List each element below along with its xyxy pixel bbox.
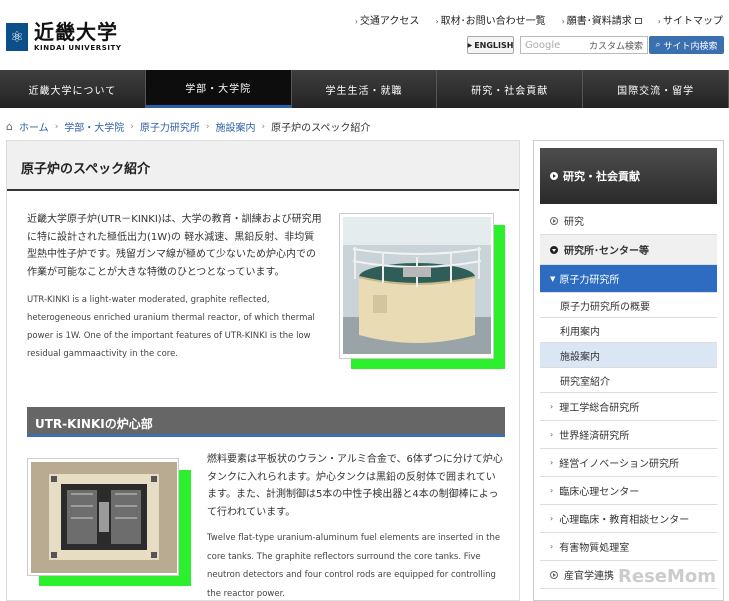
sidebar-item-science-engineering[interactable]: › 理工学総合研究所 xyxy=(540,393,717,421)
breadcrumb-faculties[interactable]: 学部・大学院 xyxy=(64,119,124,134)
separator-icon: › xyxy=(54,121,59,132)
separator-icon: › xyxy=(261,121,266,132)
sidebar-item-management-innovation[interactable]: › 経営イノベーション研究所 xyxy=(540,449,717,477)
circle-arrow-icon xyxy=(550,216,558,225)
sidebar-item-usage[interactable]: 利用案内 xyxy=(540,318,717,343)
main-content: 原子炉のスペック紹介 近畿大学原子炉(UTR－KINKI)は、大学の教育・訓練お… xyxy=(6,140,520,601)
new-window-icon xyxy=(634,18,642,24)
sidebar-list: 研究 研究所･センター等 ▼ 原子力研究所 原子力研究所の概要 利用案内 施設案内… xyxy=(540,207,717,589)
core-illustration xyxy=(31,462,177,573)
sidebar-item-nuclear[interactable]: ▼ 原子力研究所 xyxy=(540,265,717,293)
breadcrumb-home[interactable]: ホーム xyxy=(19,119,49,134)
intro-text-en: UTR-KINKI is a light-water moderated, gr… xyxy=(27,295,315,359)
top-links: › 交通アクセス › 取材･お問い合わせ一覧 › 願書･資料請求 › サイトマップ xyxy=(355,12,723,27)
separator-icon: › xyxy=(130,121,134,132)
caret-down-icon: ▼ xyxy=(550,274,556,283)
nav-faculties[interactable]: 学部・大学院 xyxy=(145,70,292,108)
reactor-photo xyxy=(339,213,505,369)
site-search-button[interactable]: ⌕ サイト内検索 xyxy=(649,36,724,54)
sidebar-item-facilities[interactable]: 施設案内 xyxy=(540,343,717,368)
nav-international[interactable]: 国際交流・留学 xyxy=(583,70,729,108)
arrow-icon: › xyxy=(435,17,439,26)
photo-frame xyxy=(27,458,179,576)
sidebar-item-counseling[interactable]: › 心理臨床・教育相談センター xyxy=(540,505,717,533)
page-title: 原子炉のスペック紹介 xyxy=(21,162,151,177)
home-icon: ⌂ xyxy=(6,120,13,133)
search-placeholder: Google xyxy=(525,39,561,51)
toplink-request[interactable]: › 願書･資料請求 xyxy=(562,12,642,27)
logo-jp: 近畿大学 xyxy=(34,20,118,44)
site-header: ⚛ 近畿大学 KINDAI UNIVERSITY › 交通アクセス › 取材･お問い… xyxy=(0,0,729,70)
breadcrumb-nuclear[interactable]: 原子力研究所 xyxy=(140,119,200,134)
sidebar-item-clinical-psychology[interactable]: › 臨床心理センター xyxy=(540,477,717,505)
core-photo xyxy=(27,458,191,586)
sidebar-item-hazardous[interactable]: › 有害物質処理室 xyxy=(540,533,717,561)
sidebar: 研究・社会貢献 研究 研究所･センター等 ▼ 原子力研究所 原子力研究所の概要 利… xyxy=(533,140,724,601)
section-heading-bar: UTR-KINKIの炉心部 xyxy=(27,407,505,437)
breadcrumb-facilities[interactable]: 施設案内 xyxy=(216,119,256,134)
toplink-access[interactable]: › 交通アクセス xyxy=(355,12,420,27)
nav-about[interactable]: 近畿大学について xyxy=(0,70,146,108)
global-nav: 近畿大学について 学部・大学院 学生生活・就職 研究・社会貢献 国際交流・留学 xyxy=(0,70,729,108)
english-button[interactable]: ▶ ENGLISH xyxy=(467,36,514,54)
watermark: ReseMom xyxy=(618,566,717,587)
section-title: UTR-KINKIの炉心部 xyxy=(35,417,153,431)
sidebar-item-nuclear-overview[interactable]: 原子力研究所の概要 xyxy=(540,293,717,318)
arrow-icon: › xyxy=(550,430,554,439)
toplink-sitemap[interactable]: › サイトマップ xyxy=(658,12,723,27)
search-custom-label: カスタム検索 xyxy=(588,41,643,52)
nav-student-life[interactable]: 学生生活・就職 xyxy=(292,70,438,108)
circle-arrow-icon xyxy=(550,570,558,579)
core-text-jp: 燃料要素は平板状のウラン・アルミ合金で、6体ずつに分けて炉心タンクに入れられます… xyxy=(207,454,503,518)
reactor-image xyxy=(343,217,491,354)
breadcrumb: ⌂ ホーム › 学部・大学院 › 原子力研究所 › 施設案内 › 原子炉のスペッ… xyxy=(6,119,370,134)
logo-text: 近畿大学 KINDAI UNIVERSITY xyxy=(34,22,122,52)
arrow-icon: › xyxy=(550,402,554,411)
logo-mark-icon: ⚛ xyxy=(6,23,28,51)
toplink-contact[interactable]: › 取材･お問い合わせ一覧 xyxy=(435,12,545,27)
arrow-icon: › xyxy=(550,542,554,551)
sidebar-item-world-economy[interactable]: › 世界経済研究所 xyxy=(540,421,717,449)
search-input[interactable]: Google カスタム検索 xyxy=(520,36,648,54)
arrow-icon: › xyxy=(550,486,554,495)
arrow-icon: › xyxy=(550,514,554,523)
reactor-illustration xyxy=(343,217,491,354)
page-title-bar: 原子炉のスペック紹介 xyxy=(7,141,519,191)
nav-research[interactable]: 研究・社会貢献 xyxy=(437,70,584,108)
play-icon: ▶ xyxy=(467,41,473,49)
logo-en: KINDAI UNIVERSITY xyxy=(34,44,122,52)
sidebar-item-institutes[interactable]: 研究所･センター等 xyxy=(540,235,717,265)
circle-down-icon xyxy=(550,245,558,254)
circle-arrow-icon xyxy=(550,172,558,180)
search-icon: ⌕ xyxy=(655,40,661,50)
photo-frame xyxy=(339,213,494,359)
arrow-icon: › xyxy=(561,17,565,26)
arrow-icon: › xyxy=(354,17,358,26)
arrow-icon: › xyxy=(657,17,661,26)
intro-text-jp: 近畿大学原子炉(UTR－KINKI)は、大学の教育・訓練および研究用に特に設計さ… xyxy=(27,214,322,278)
core-image xyxy=(31,462,177,573)
separator-icon: › xyxy=(205,121,210,132)
sidebar-item-research[interactable]: 研究 xyxy=(540,207,717,235)
breadcrumb-current: 原子炉のスペック紹介 xyxy=(271,123,371,134)
sidebar-heading[interactable]: 研究・社会貢献 xyxy=(540,148,717,204)
sidebar-item-labs[interactable]: 研究室紹介 xyxy=(540,368,717,393)
arrow-icon: › xyxy=(550,458,554,467)
core-text-en: Twelve flat-type uranium-aluminum fuel e… xyxy=(207,533,501,599)
university-logo[interactable]: ⚛ 近畿大学 KINDAI UNIVERSITY xyxy=(6,22,122,52)
